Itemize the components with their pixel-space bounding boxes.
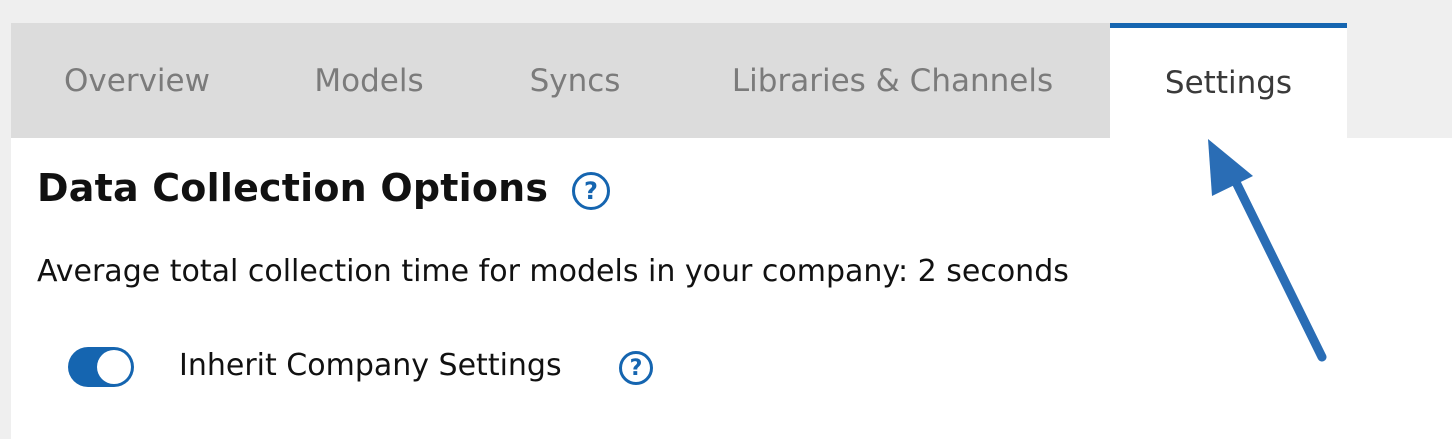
help-icon[interactable]: ? [619,351,653,385]
tab-bar: Overview Models Syncs Libraries & Channe… [11,23,1452,138]
help-icon[interactable]: ? [572,172,610,210]
inherit-company-settings-label: Inherit Company Settings [179,348,562,383]
tab-libraries-channels[interactable]: Libraries & Channels [675,23,1110,138]
toggle-knob [97,350,131,384]
tab-settings[interactable]: Settings [1110,23,1347,138]
top-strip [0,0,1452,23]
tab-overview[interactable]: Overview [11,23,263,138]
inherit-company-settings-toggle[interactable] [68,347,134,387]
section-title: Data Collection Options [37,166,549,210]
average-collection-time: Average total collection time for models… [37,254,1069,289]
tab-syncs[interactable]: Syncs [475,23,675,138]
settings-panel: Data Collection Options ? Average total … [11,138,1452,439]
page: Overview Models Syncs Libraries & Channe… [0,0,1452,439]
tab-models[interactable]: Models [263,23,475,138]
